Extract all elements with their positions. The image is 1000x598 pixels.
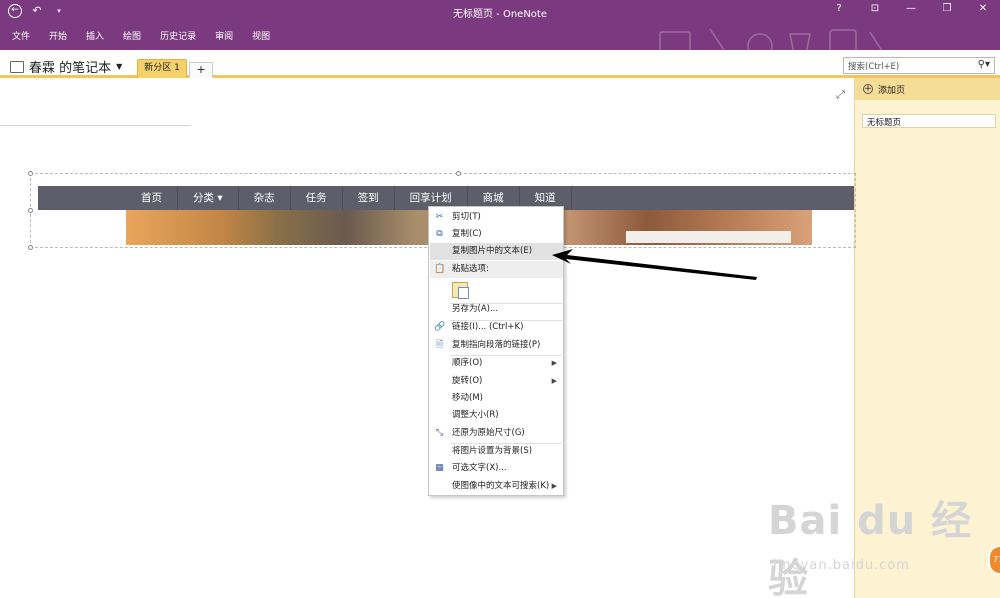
- tab-section[interactable]: 新分区 1: [137, 59, 187, 78]
- menu-item-resize[interactable]: 调整大小(R): [430, 407, 563, 424]
- menu-item-order[interactable]: 顺序(O) ▶: [430, 355, 563, 372]
- menu-item-label: 可选文字(X)...: [452, 463, 507, 473]
- tab-file[interactable]: 文件: [12, 29, 30, 42]
- minimize-button[interactable]: —: [900, 3, 922, 14]
- search-icon[interactable]: ⚲▾: [978, 59, 990, 70]
- menu-item-label: 调整大小(R): [452, 410, 499, 420]
- link-paragraph-icon: 🗎: [435, 340, 444, 350]
- menu-item-paste-options: 📋 粘贴选项:: [430, 261, 563, 278]
- image-nav-item: 签到: [343, 186, 395, 210]
- menu-item-link[interactable]: 🔗 链接(I)... (Ctrl+K): [430, 319, 563, 336]
- search-placeholder: 搜索(Ctrl+E): [848, 62, 900, 72]
- submenu-arrow-icon: ▶: [551, 377, 557, 385]
- close-button[interactable]: ✕: [972, 3, 994, 14]
- menu-item-label: 复制指向段落的链接(P): [452, 340, 541, 350]
- add-icon: +: [863, 84, 873, 94]
- window-controls: ? ⊡ — ❐ ✕: [828, 3, 994, 14]
- help-button[interactable]: ?: [828, 3, 850, 14]
- tab-draw[interactable]: 绘图: [123, 29, 141, 42]
- tab-insert[interactable]: 插入: [86, 29, 104, 42]
- menu-item-move[interactable]: 移动(M): [430, 390, 563, 407]
- image-nav-item: 分类 ▾: [178, 186, 239, 210]
- image-nav-item: 首页: [126, 186, 178, 210]
- watermark-logo: Bai du 经验: [768, 498, 973, 598]
- tab-history[interactable]: 历史记录: [160, 29, 196, 42]
- expand-icon[interactable]: ⤢: [836, 88, 845, 102]
- submenu-arrow-icon: ▶: [551, 482, 557, 490]
- notebook-name: 春霖 的笔记本: [29, 61, 112, 76]
- floating-helper-icon[interactable]: 77: [988, 545, 1000, 575]
- ribbon-tabs: 文件 开始 插入 绘图 历史记录 审阅 视图: [0, 24, 1000, 65]
- menu-item-label: 复制图片中的文本(E): [452, 246, 533, 256]
- notebook-selector[interactable]: 春霖 的笔记本 ▼: [10, 57, 122, 76]
- menu-item-make-text-searchable[interactable]: 使图像中的文本可搜索(K) ▶: [430, 478, 563, 495]
- tab-review[interactable]: 审阅: [215, 29, 233, 42]
- add-page-label: 添加页: [878, 85, 906, 96]
- menu-item-cut[interactable]: ✂ 剪切(T): [430, 209, 563, 226]
- menu-item-label: 旋转(O): [452, 376, 483, 386]
- resize-handle[interactable]: [28, 171, 33, 176]
- page-item[interactable]: 无标题页: [862, 114, 996, 128]
- resize-handle[interactable]: [28, 208, 33, 213]
- menu-item-label: 还原为原始尺寸(G): [452, 428, 525, 438]
- banner-card: [626, 231, 791, 243]
- alt-text-icon: ▦: [435, 463, 444, 473]
- menu-item-copy[interactable]: ⧉ 复制(C): [430, 226, 563, 243]
- menu-item-set-background[interactable]: 将图片设置为背景(S): [430, 443, 563, 460]
- menu-item-alt-text[interactable]: ▦ 可选文字(X)...: [430, 460, 563, 477]
- submenu-arrow-icon: ▶: [551, 359, 557, 367]
- menu-item-label: 另存为(A)...: [452, 304, 499, 314]
- tab-view[interactable]: 视图: [252, 29, 270, 42]
- add-page-button[interactable]: + 添加页: [855, 78, 1000, 100]
- menu-item-save-as[interactable]: 另存为(A)...: [430, 301, 563, 318]
- page-title-line[interactable]: [0, 125, 191, 126]
- menu-item-restore-size[interactable]: ⤡ 还原为原始尺寸(G): [430, 425, 563, 442]
- image-nav-item: 任务: [291, 186, 343, 210]
- context-menu: ✂ 剪切(T) ⧉ 复制(C) 复制图片中的文本(E) 📋 粘贴选项: 另存为(…: [428, 206, 564, 496]
- menu-item-copy-text-from-picture[interactable]: 复制图片中的文本(E): [430, 243, 563, 260]
- menu-item-label: 移动(M): [452, 393, 483, 403]
- title-bar: ← ↶ ▾ 无标题页 - OneNote ? ⊡ — ❐ ✕: [0, 0, 1000, 24]
- link-icon: 🔗: [434, 322, 446, 332]
- scissors-icon: ✂: [435, 212, 444, 222]
- chevron-down-icon: ▼: [116, 62, 123, 71]
- image-nav-item: 杂志: [239, 186, 291, 210]
- menu-item-label: 将图片设置为背景(S): [452, 446, 533, 456]
- notebook-icon: [10, 60, 24, 73]
- menu-item-label: 顺序(O): [452, 358, 483, 368]
- menu-item-rotate[interactable]: 旋转(O) ▶: [430, 373, 563, 390]
- watermark-url: jingyan.baidu.com: [773, 558, 910, 573]
- menu-item-copy-paragraph-link[interactable]: 🗎 复制指向段落的链接(P): [430, 337, 563, 354]
- copy-icon: ⧉: [436, 229, 443, 239]
- add-section-button[interactable]: +: [189, 62, 213, 78]
- menu-item-label: 链接(I)... (Ctrl+K): [452, 322, 524, 332]
- restore-button[interactable]: ❐: [936, 3, 958, 14]
- menu-item-label: 粘贴选项:: [452, 264, 489, 274]
- restore-size-icon: ⤡: [435, 428, 444, 438]
- menu-item-label: 剪切(T): [452, 212, 481, 222]
- menu-item-label: 使图像中的文本可搜索(K): [452, 481, 550, 491]
- resize-handle[interactable]: [28, 245, 33, 250]
- fullscreen-button[interactable]: ⊡: [864, 3, 886, 14]
- notebook-bar: 春霖 的笔记本 ▼ 新分区 1 + 搜索(Ctrl+E) ⚲▾: [0, 50, 1000, 78]
- clipboard-icon: 📋: [434, 264, 446, 274]
- paste-picture-icon[interactable]: [452, 282, 469, 299]
- search-input[interactable]: 搜索(Ctrl+E) ⚲▾: [843, 57, 995, 74]
- tab-home[interactable]: 开始: [49, 29, 67, 42]
- resize-handle[interactable]: [456, 171, 461, 176]
- menu-item-label: 复制(C): [452, 229, 482, 239]
